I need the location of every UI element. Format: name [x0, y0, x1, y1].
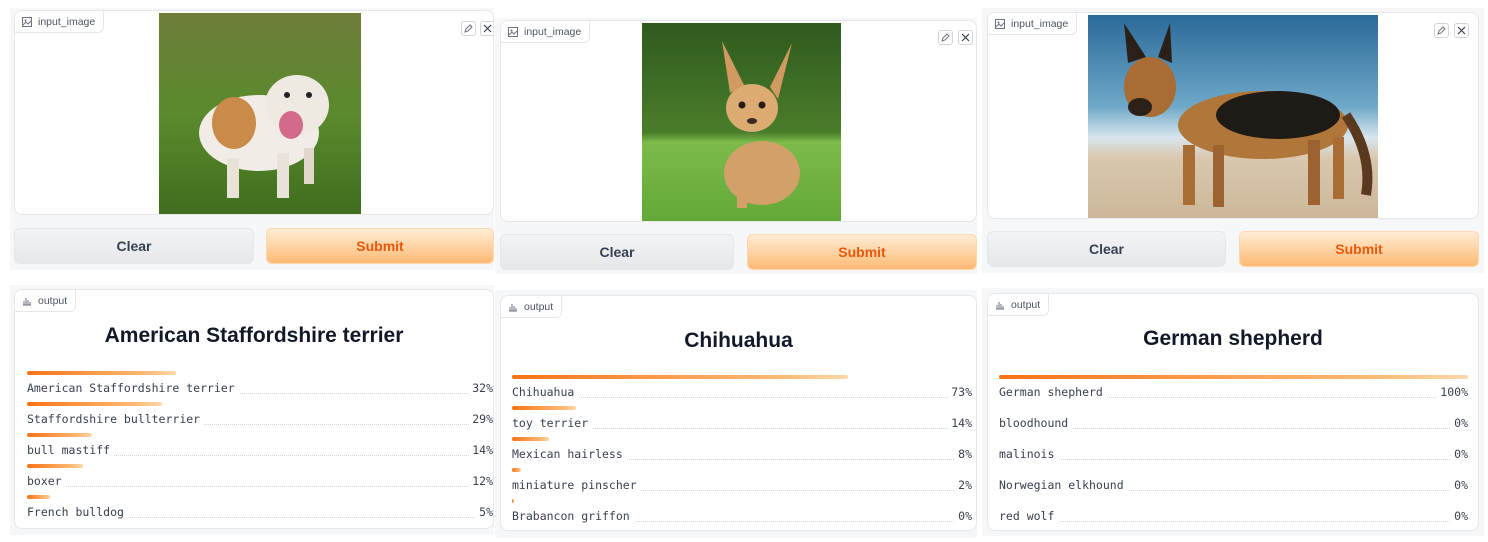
submit-button[interactable]: Submit [747, 234, 977, 270]
confidence-percent: 5% [476, 505, 493, 519]
class-label: French bulldog [27, 505, 128, 519]
input-image-card-1[interactable]: input_image [14, 10, 494, 215]
pencil-icon [1437, 26, 1446, 35]
confidence-percent: 0% [1451, 416, 1468, 430]
confidence-row: bloodhound 0% [999, 406, 1468, 432]
image-icon [22, 16, 32, 27]
class-label: boxer [27, 474, 66, 488]
clear-button[interactable]: Clear [987, 231, 1226, 267]
class-label: Brabancon griffon [512, 509, 634, 523]
class-label: German shepherd [999, 385, 1107, 399]
remove-image-button[interactable] [1454, 23, 1469, 38]
class-label: malinois [999, 447, 1059, 461]
class-label: toy terrier [512, 416, 593, 430]
tag-label: input_image [38, 15, 96, 28]
confidence-list: Chihuahua 73% toy terrier 14% Mexican hairle… [512, 296, 972, 530]
tag-label: input_image [1011, 17, 1069, 30]
close-icon [483, 24, 492, 33]
input-image-tag: input_image [501, 21, 591, 43]
close-icon [1457, 26, 1466, 35]
confidence-row: malinois 0% [999, 437, 1468, 463]
output-card-3: output German shepherd German shepherd 10… [987, 293, 1479, 531]
image-icon [508, 26, 518, 37]
confidence-row: toy terrier 14% [512, 406, 972, 432]
submit-button[interactable]: Submit [1239, 231, 1479, 267]
confidence-percent: 14% [948, 416, 972, 430]
clear-button[interactable]: Clear [14, 228, 254, 264]
confidence-percent: 0% [955, 509, 972, 523]
confidence-row: bull mastiff 14% [27, 433, 493, 459]
edit-button[interactable] [938, 30, 953, 45]
row-leader [512, 397, 972, 398]
confidence-percent: 12% [469, 474, 493, 488]
confidence-bar [512, 437, 549, 441]
clear-button[interactable]: Clear [500, 234, 734, 270]
confidence-row: Brabancon griffon 0% [512, 499, 972, 525]
confidence-row: American Staffordshire terrier 32% [27, 371, 493, 397]
confidence-row: Norwegian elkhound 0% [999, 468, 1468, 494]
confidence-bar [512, 406, 577, 410]
class-label: bull mastiff [27, 443, 115, 457]
confidence-list: American Staffordshire terrier 32% Staffor… [27, 290, 493, 528]
chihuahua-photo [642, 23, 841, 221]
row-leader [999, 521, 1468, 522]
confidence-bar [999, 375, 1468, 379]
confidence-percent: 0% [1451, 447, 1468, 461]
confidence-row: German shepherd 100% [999, 375, 1468, 401]
class-label: Mexican hairless [512, 447, 627, 461]
row-leader [999, 459, 1468, 460]
confidence-bar [27, 495, 51, 499]
confidence-bar [512, 375, 848, 379]
class-label: Staffordshire bullterrier [27, 412, 205, 426]
confidence-percent: 2% [955, 478, 972, 492]
confidence-percent: 0% [1451, 509, 1468, 523]
confidence-percent: 0% [1451, 478, 1468, 492]
confidence-row: French bulldog 5% [27, 495, 493, 521]
confidence-bar [27, 371, 177, 375]
remove-image-button[interactable] [958, 30, 973, 45]
edit-button[interactable] [461, 21, 476, 36]
class-label: American Staffordshire terrier [27, 381, 239, 395]
class-label: Chihuahua [512, 385, 579, 399]
confidence-row: Mexican hairless 8% [512, 437, 972, 463]
output-card-1: output American Staffordshire terrier Am… [14, 289, 494, 529]
confidence-row: Staffordshire bullterrier 29% [27, 402, 493, 428]
input-image-card-3[interactable]: input_image [987, 12, 1479, 219]
input-image-tag: input_image [988, 13, 1078, 35]
close-icon [961, 33, 970, 42]
confidence-percent: 8% [955, 447, 972, 461]
edit-button[interactable] [1434, 23, 1449, 38]
confidence-row: miniature pinscher 2% [512, 468, 972, 494]
submit-button[interactable]: Submit [266, 228, 494, 264]
confidence-percent: 14% [469, 443, 493, 457]
output-card-2: output Chihuahua Chihuahua 73% toy terrier… [500, 295, 977, 531]
confidence-list: German shepherd 100% bloodhound 0% malinois 0… [999, 294, 1468, 530]
confidence-percent: 29% [469, 412, 493, 426]
remove-image-button[interactable] [480, 21, 493, 36]
confidence-bar [512, 499, 514, 503]
confidence-bar [27, 464, 83, 468]
input-image-card-2[interactable]: input_image [500, 20, 977, 222]
confidence-bar [27, 402, 163, 406]
pencil-icon [941, 33, 950, 42]
class-label: Norwegian elkhound [999, 478, 1128, 492]
confidence-percent: 73% [948, 385, 972, 399]
confidence-percent: 32% [469, 381, 493, 395]
image-icon [995, 18, 1005, 29]
row-leader [27, 486, 493, 487]
confidence-row: boxer 12% [27, 464, 493, 490]
input-image-tag: input_image [15, 11, 105, 33]
confidence-bar [27, 433, 93, 437]
confidence-percent: 100% [1437, 385, 1468, 399]
class-label: bloodhound [999, 416, 1073, 430]
pencil-icon [464, 24, 473, 33]
bulldog-photo [159, 13, 361, 214]
tag-label: input_image [524, 25, 582, 38]
confidence-row: red wolf 0% [999, 499, 1468, 525]
confidence-row: Chihuahua 73% [512, 375, 972, 401]
class-label: red wolf [999, 509, 1059, 523]
class-label: miniature pinscher [512, 478, 641, 492]
confidence-bar [512, 468, 522, 472]
german-shepherd-photo [1088, 15, 1378, 218]
